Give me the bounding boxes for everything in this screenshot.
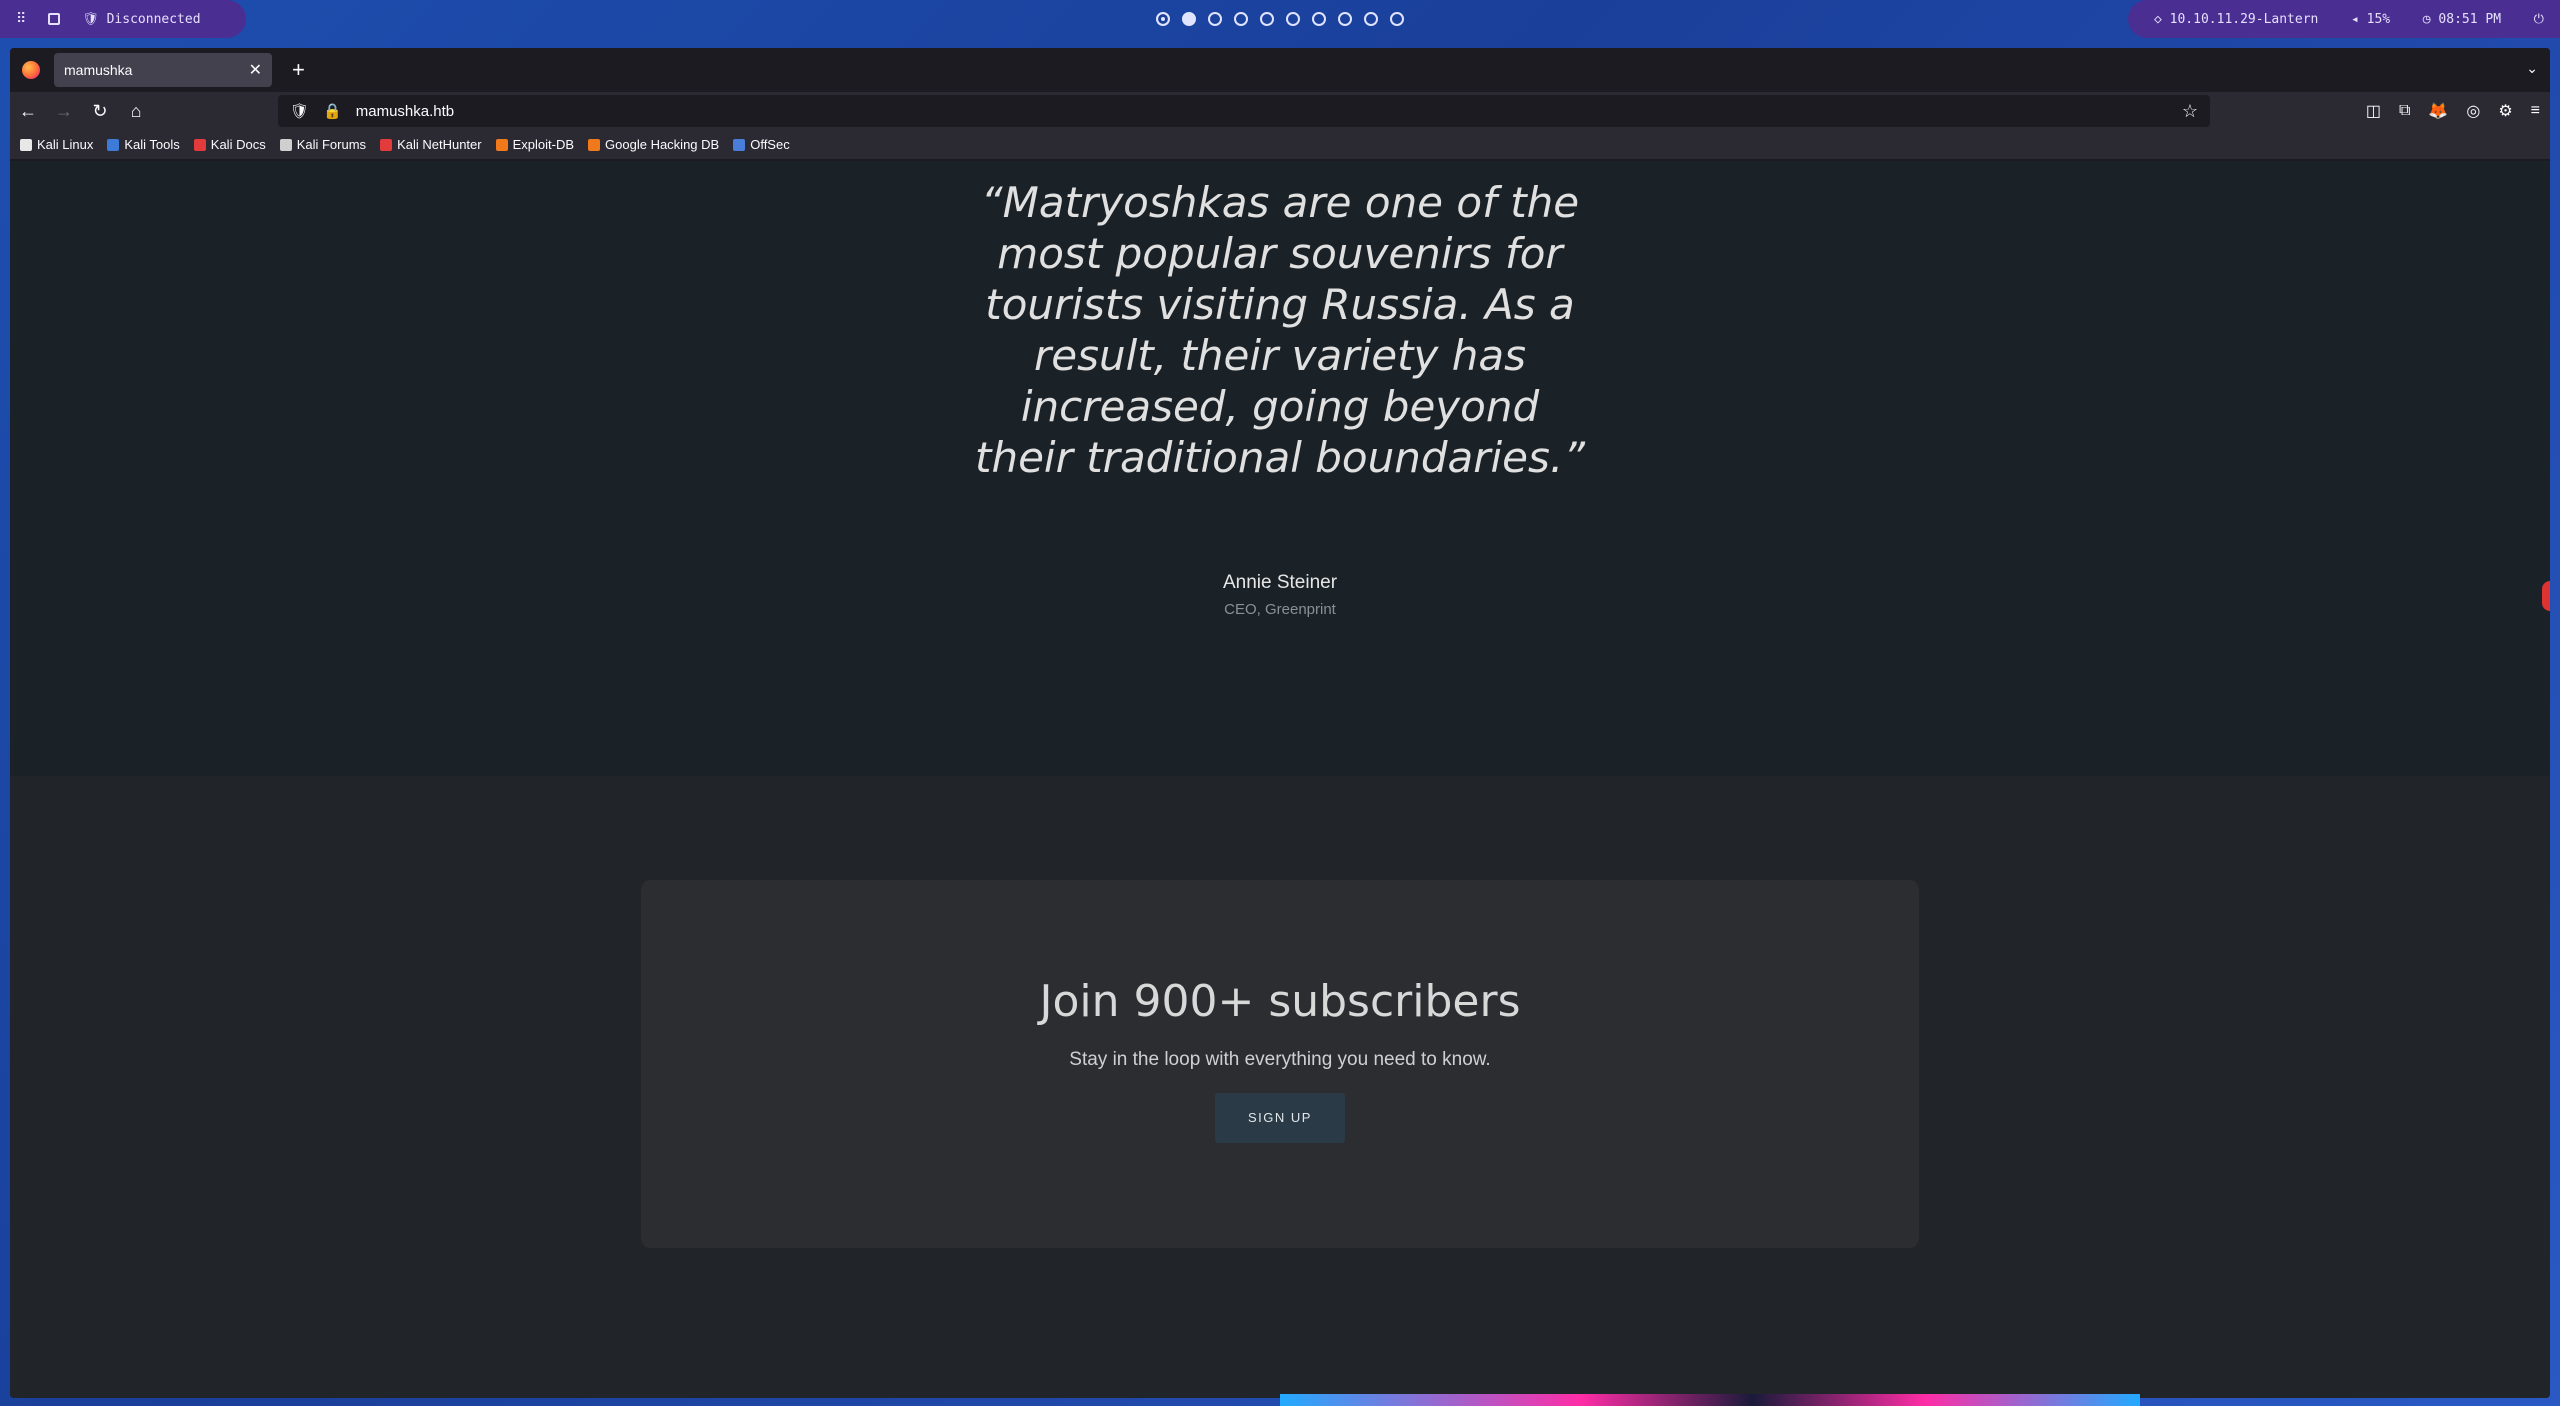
bookmark-offsec[interactable]: OffSec [733,137,790,152]
tracking-shield-icon[interactable]: 🛡 [290,102,309,120]
volume-indicator[interactable]: ◂ 15% [2351,12,2390,27]
side-widget-icon[interactable] [2542,581,2550,611]
bookmark-label: Kali Tools [124,137,180,152]
bookmark-kali-linux[interactable]: Kali Linux [20,137,93,152]
wallpaper-art [1280,1394,2140,1406]
lock-icon[interactable]: 🔒 [323,102,342,120]
reload-button[interactable]: ↻ [82,101,118,122]
bookmark-label: OffSec [750,137,790,152]
apps-grid-icon[interactable]: ⠿ [16,11,26,27]
workspace-9[interactable] [1364,12,1378,26]
web-page: “Matryoshkas are one of the most popular… [10,161,2550,1398]
url-bar[interactable]: 🛡 🔒 mamushka.htb ☆ [278,95,2210,127]
workspace-2[interactable] [1182,12,1196,26]
toolbar-icons: ◫ ⧉ 🦊 ◎ ⚙ ≡ [2366,92,2540,130]
testimonial-section: “Matryoshkas are one of the most popular… [10,161,2550,776]
network-indicator[interactable]: ◇ 10.10.11.29-Lantern [2154,12,2318,27]
bookmark-kali-docs[interactable]: Kali Docs [193,137,266,152]
system-left-pill: ⠿ 🛡 Disconnected [0,0,246,38]
list-all-tabs-icon[interactable]: ⌄ [2526,60,2538,77]
volume-label: 15% [2366,11,2391,27]
ghdb-icon [588,138,601,151]
workspace-6[interactable] [1286,12,1300,26]
bookmark-kali-nethunter[interactable]: Kali NetHunter [380,137,482,152]
close-tab-icon[interactable]: ✕ [249,60,262,80]
menu-icon[interactable]: ≡ [2531,102,2540,120]
tab-mamushka[interactable]: mamushka ✕ [54,53,272,87]
subscribe-section: Join 900+ subscribers Stay in the loop w… [10,776,2550,1398]
window-icon[interactable] [48,13,61,25]
nethunter-icon [380,138,393,151]
bookmark-google-hacking-db[interactable]: Google Hacking DB [588,137,719,152]
settings-icon[interactable]: ⚙ [2498,101,2512,121]
url-text: mamushka.htb [355,102,455,120]
subscribe-heading: Join 900+ subscribers [1039,976,1521,1027]
workspace-8[interactable] [1338,12,1352,26]
testimonial-author: Annie Steiner [1222,572,1338,593]
bookmark-label: Kali Forums [296,137,367,152]
new-tab-button[interactable]: + [292,57,305,83]
workspace-3[interactable] [1208,12,1222,26]
home-button[interactable]: ⌂ [118,101,154,122]
bookmarks-toolbar: Kali Linux Kali Tools Kali Docs Kali For… [10,130,2550,160]
vpn-status[interactable]: 🛡 Disconnected [82,12,200,27]
bookmark-label: Kali NetHunter [397,137,482,152]
vpn-status-label: Disconnected [106,11,201,27]
foxyproxy-icon[interactable]: 🦊 [2428,101,2448,121]
system-right-pill: ◇ 10.10.11.29-Lantern ◂ 15% ◷ 08:51 PM ⏻ [2128,0,2560,38]
workspace-1[interactable] [1156,12,1170,26]
workspace-5[interactable] [1260,12,1274,26]
workspace-switcher [1156,0,1404,38]
kali-tools-icon [107,138,120,151]
extensions-icon[interactable]: ⧉ [2399,102,2410,120]
workspace-4[interactable] [1234,12,1248,26]
browser-window: mamushka ✕ + ⌄ ← → ↻ ⌂ 🛡 🔒 mamushka.htb … [10,48,2550,1398]
clock-label: 08:51 PM [2438,11,2502,27]
bookmark-star-icon[interactable]: ☆ [2182,101,2198,122]
offsec-icon [733,138,746,151]
pocket-icon[interactable]: ◫ [2366,101,2381,121]
clock[interactable]: ◷ 08:51 PM [2423,12,2501,27]
forward-button[interactable]: → [46,101,82,122]
testimonial-role: CEO, Greenprint [1224,601,1336,618]
workspace-7[interactable] [1312,12,1326,26]
bookmark-label: Exploit-DB [512,137,575,152]
bookmark-exploit-db[interactable]: Exploit-DB [495,137,575,152]
tab-strip: mamushka ✕ + ⌄ [10,48,2550,92]
bookmark-kali-tools[interactable]: Kali Tools [107,137,180,152]
kali-docs-icon [193,138,206,151]
system-top-bar: ⠿ 🛡 Disconnected ◇ 10.10.11.29-Lantern ◂… [0,0,2560,38]
workspace-10[interactable] [1390,12,1404,26]
bookmark-label: Kali Docs [210,137,266,152]
subscribe-text: Stay in the loop with everything you nee… [1069,1049,1491,1070]
firefox-icon[interactable] [22,61,40,79]
power-icon[interactable]: ⏻ [2534,12,2544,27]
bookmark-kali-forums[interactable]: Kali Forums [279,137,367,152]
subscribe-card: Join 900+ subscribers Stay in the loop w… [641,880,1919,1248]
cookie-editor-icon[interactable]: ◎ [2466,101,2480,121]
network-label: 10.10.11.29-Lantern [2169,11,2319,27]
kali-forums-icon [279,138,292,151]
bookmark-label: Kali Linux [37,137,94,152]
kali-icon [20,138,32,151]
back-button[interactable]: ← [10,101,46,122]
sign-up-button[interactable]: SIGN UP [1215,1093,1345,1143]
testimonial-quote: “Matryoshkas are one of the most popular… [975,178,1585,482]
tab-title: mamushka [64,62,133,78]
exploitdb-icon [495,138,508,151]
nav-bar: ← → ↻ ⌂ 🛡 🔒 mamushka.htb ☆ ◫ ⧉ 🦊 ◎ ⚙ ≡ [10,92,2550,130]
bookmark-label: Google Hacking DB [605,137,720,152]
